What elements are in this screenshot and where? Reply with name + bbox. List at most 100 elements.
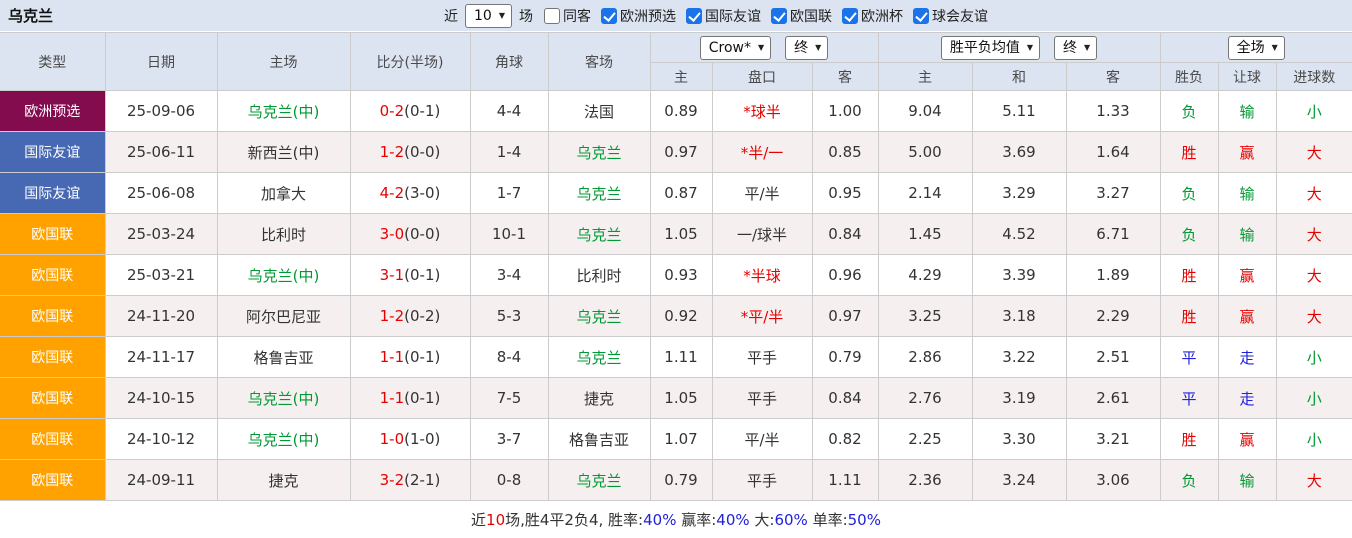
europe-sub-header-draw: 和 xyxy=(972,63,1066,91)
match-date-cell: 25-06-11 xyxy=(105,132,217,173)
handicap-result-cell: 走 xyxy=(1218,337,1276,378)
col-header-date: 日期 xyxy=(105,33,217,91)
europe-home-odds-cell: 3.25 xyxy=(878,296,972,337)
score-cell: 1-1(0-1) xyxy=(350,337,470,378)
match-type-badge: 国际友谊 xyxy=(0,173,105,213)
away-team-cell: 乌克兰 xyxy=(548,214,650,255)
corner-cell: 4-4 xyxy=(470,91,548,132)
half-time-score: (0-0) xyxy=(404,225,440,243)
handicap-result-cell: 赢 xyxy=(1218,296,1276,337)
handicap-cell: 平手 xyxy=(712,378,812,419)
away-team-cell: 乌克兰 xyxy=(548,296,650,337)
filter-checkbox-label: 国际友谊 xyxy=(705,6,761,26)
europe-odds-stage-select-value: 终 xyxy=(1063,39,1077,57)
europe-draw-odds-cell: 4.52 xyxy=(972,214,1066,255)
asia-away-odds-cell: 0.96 xyxy=(812,255,878,296)
home-team-cell: 比利时 xyxy=(217,214,350,255)
match-date-cell: 24-10-12 xyxy=(105,419,217,460)
goals-result-cell: 大 xyxy=(1276,214,1352,255)
away-team-cell: 比利时 xyxy=(548,255,650,296)
asia-odds-stage-select-value: 终 xyxy=(794,39,808,57)
unchecked-checkbox[interactable] xyxy=(544,8,560,24)
europe-away-odds-cell: 3.27 xyxy=(1066,173,1160,214)
home-team-cell: 新西兰(中) xyxy=(217,132,350,173)
half-time-score: (0-0) xyxy=(404,143,440,161)
europe-home-odds-cell: 5.00 xyxy=(878,132,972,173)
asia-home-odds-cell: 1.05 xyxy=(650,378,712,419)
match-type-badge: 欧国联 xyxy=(0,378,105,418)
odds-company-select[interactable]: Crow* ▼ xyxy=(700,36,771,60)
checked-checkbox[interactable] xyxy=(686,8,702,24)
match-type-cell: 欧国联 xyxy=(0,337,105,378)
asia-home-odds-cell: 0.97 xyxy=(650,132,712,173)
recent-count-value: 10 xyxy=(474,7,492,25)
corner-cell: 0-8 xyxy=(470,460,548,501)
filter-checkbox-item: 同客 xyxy=(544,6,591,26)
corner-cell: 1-7 xyxy=(470,173,548,214)
europe-draw-odds-cell: 3.22 xyxy=(972,337,1066,378)
goals-result-cell: 小 xyxy=(1276,337,1352,378)
result-sub-header-winloss: 胜负 xyxy=(1160,63,1218,91)
match-type-cell: 欧国联 xyxy=(0,214,105,255)
checked-checkbox[interactable] xyxy=(842,8,858,24)
checked-checkbox[interactable] xyxy=(771,8,787,24)
summary-line: 近10场,胜4平2负4, 胜率:40% 赢率:40% 大:60% 单率:50% xyxy=(0,501,1352,538)
match-date-cell: 25-03-24 xyxy=(105,214,217,255)
europe-home-odds-cell: 2.14 xyxy=(878,173,972,214)
handicap-cell: *球半 xyxy=(712,91,812,132)
recent-count-select[interactable]: 10 ▼ xyxy=(465,4,512,28)
europe-away-odds-cell: 6.71 xyxy=(1066,214,1160,255)
match-type-badge: 欧国联 xyxy=(0,419,105,459)
checked-checkbox[interactable] xyxy=(913,8,929,24)
half-time-score: (0-1) xyxy=(404,266,440,284)
europe-home-odds-cell: 2.36 xyxy=(878,460,972,501)
winloss-result-cell: 负 xyxy=(1160,214,1218,255)
half-time-score: (2-1) xyxy=(404,471,440,489)
europe-odds-select[interactable]: 胜平负均值 ▼ xyxy=(941,36,1040,60)
europe-home-odds-cell: 1.45 xyxy=(878,214,972,255)
page-title: 乌克兰 xyxy=(8,5,53,26)
asia-home-odds-cell: 1.07 xyxy=(650,419,712,460)
table-row: 欧洲预选25-09-06乌克兰(中)0-2(0-1)4-4法国0.89*球半1.… xyxy=(0,91,1352,132)
asia-odds-section-header: Crow* ▼ 终 ▼ xyxy=(650,33,878,63)
home-team-cell: 乌克兰(中) xyxy=(217,91,350,132)
full-time-score: 3-2 xyxy=(380,471,405,489)
match-scope-select-value: 全场 xyxy=(1237,39,1265,57)
asia-odds-stage-select[interactable]: 终 ▼ xyxy=(785,36,828,60)
match-type-badge: 欧国联 xyxy=(0,460,105,500)
asia-home-odds-cell: 0.89 xyxy=(650,91,712,132)
handicap-result-cell: 赢 xyxy=(1218,132,1276,173)
filter-checkbox-group: 同客欧洲预选国际友谊欧国联欧洲杯球会友谊 xyxy=(544,6,988,26)
corner-cell: 10-1 xyxy=(470,214,548,255)
winloss-result-cell: 负 xyxy=(1160,173,1218,214)
corner-cell: 1-4 xyxy=(470,132,548,173)
score-cell: 3-1(0-1) xyxy=(350,255,470,296)
recent-label: 近 xyxy=(444,6,458,26)
europe-away-odds-cell: 3.06 xyxy=(1066,460,1160,501)
filter-checkbox-label: 欧洲杯 xyxy=(861,6,903,26)
summary-segment: 10 xyxy=(486,511,505,529)
europe-sub-header-away: 客 xyxy=(1066,63,1160,91)
summary-segment: 40% xyxy=(643,511,676,529)
corner-cell: 7-5 xyxy=(470,378,548,419)
summary-segment: 40% xyxy=(716,511,749,529)
match-date-cell: 24-10-15 xyxy=(105,378,217,419)
chevron-down-icon: ▼ xyxy=(1084,39,1090,57)
goals-result-cell: 大 xyxy=(1276,173,1352,214)
home-team-cell: 乌克兰(中) xyxy=(217,255,350,296)
winloss-result-cell: 胜 xyxy=(1160,255,1218,296)
home-team-cell: 格鲁吉亚 xyxy=(217,337,350,378)
score-cell: 3-2(2-1) xyxy=(350,460,470,501)
match-scope-select[interactable]: 全场 ▼ xyxy=(1228,36,1285,60)
filter-checkbox-label: 欧洲预选 xyxy=(620,6,676,26)
table-row: 欧国联25-03-21乌克兰(中)3-1(0-1)3-4比利时0.93*半球0.… xyxy=(0,255,1352,296)
summary-segment: 大: xyxy=(750,509,775,530)
home-team-cell: 阿尔巴尼亚 xyxy=(217,296,350,337)
full-time-score: 1-1 xyxy=(380,348,405,366)
corner-cell: 5-3 xyxy=(470,296,548,337)
goals-result-cell: 大 xyxy=(1276,132,1352,173)
filter-checkbox-item: 欧洲预选 xyxy=(601,6,676,26)
asia-home-odds-cell: 0.93 xyxy=(650,255,712,296)
europe-odds-stage-select[interactable]: 终 ▼ xyxy=(1054,36,1097,60)
checked-checkbox[interactable] xyxy=(601,8,617,24)
